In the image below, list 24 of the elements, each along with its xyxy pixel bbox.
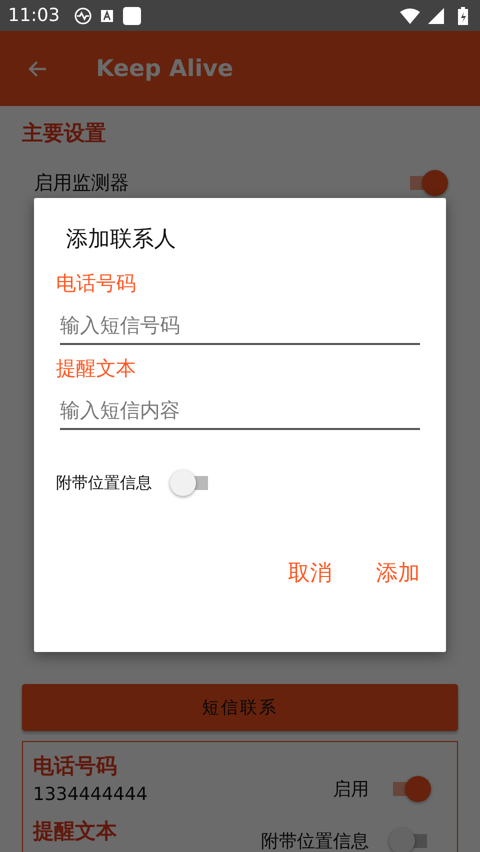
- location-label: 附带位置信息: [56, 472, 152, 494]
- phone-number: 1334444444: [33, 784, 148, 805]
- reminder-label: 提醒文本: [33, 818, 118, 845]
- dialog-title: 添加联系人: [65, 226, 177, 254]
- setting-label: 启用监测器: [34, 171, 129, 196]
- keyboard-icon: [100, 8, 114, 22]
- status-time: 11:03: [8, 5, 60, 26]
- phone-label: 电话号码: [33, 753, 118, 780]
- app-title: Keep Alive: [96, 56, 234, 82]
- dialog-button[interactable]: 添加: [364, 552, 432, 594]
- sms-contact-button[interactable]: 短信联系: [22, 684, 458, 731]
- wifi-icon: [400, 8, 420, 24]
- sync-icon: [74, 6, 92, 24]
- dialog-button[interactable]: 取消: [276, 552, 344, 594]
- section-heading: 主要设置: [22, 120, 107, 147]
- input-field[interactable]: 输入短信内容: [60, 392, 420, 430]
- input-field[interactable]: 输入短信号码: [60, 307, 420, 345]
- notification-icon: [122, 6, 142, 26]
- enabled-label: 启用: [333, 778, 369, 801]
- field-label: 电话号码: [56, 270, 137, 297]
- field-label: 提醒文本: [56, 355, 137, 382]
- location-label: 附带位置信息: [261, 830, 369, 852]
- signal-icon: [428, 8, 444, 24]
- battery-icon: [458, 6, 468, 24]
